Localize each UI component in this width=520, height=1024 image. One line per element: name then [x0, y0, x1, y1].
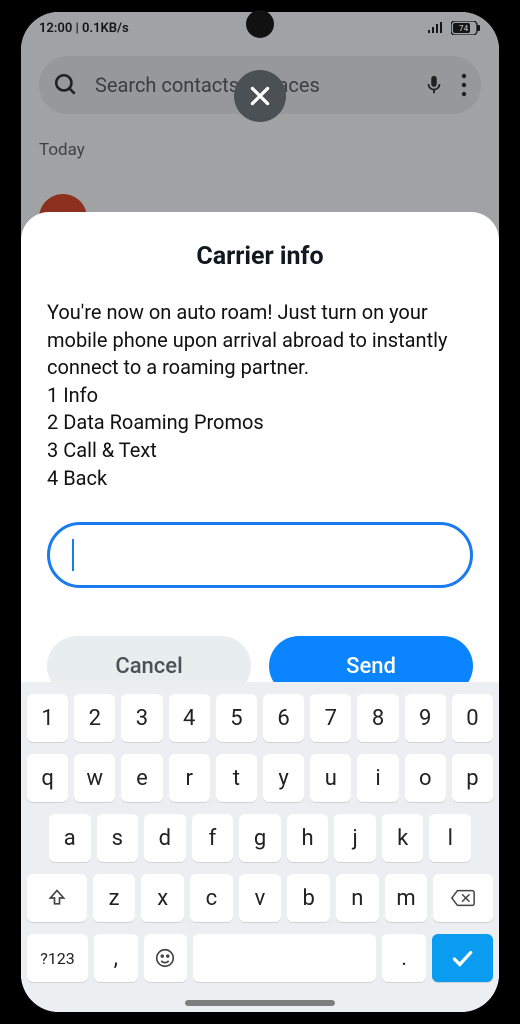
key-i[interactable]: i — [357, 754, 398, 802]
kb-number-row: 1234567890 — [27, 694, 493, 742]
key-3[interactable]: 3 — [121, 694, 162, 742]
key-e[interactable]: e — [121, 754, 162, 802]
key-8[interactable]: 8 — [357, 694, 398, 742]
backspace-key[interactable] — [433, 874, 493, 922]
text-caret — [72, 539, 74, 571]
key-2[interactable]: 2 — [74, 694, 115, 742]
key-o[interactable]: o — [405, 754, 446, 802]
key-k[interactable]: k — [382, 814, 424, 862]
camera-notch — [246, 10, 274, 38]
key-m[interactable]: m — [385, 874, 428, 922]
backspace-icon — [450, 888, 476, 908]
keyboard: 1234567890 qwertyuiop asdfghjkl zxcvbnm … — [21, 682, 499, 1012]
period-key[interactable]: . — [382, 934, 426, 982]
key-0[interactable]: 0 — [452, 694, 493, 742]
dialog-message: You're now on auto roam! Just turn on yo… — [47, 299, 473, 492]
key-j[interactable]: j — [334, 814, 376, 862]
kb-bottom-row: ?123 , . — [27, 934, 493, 982]
close-icon — [247, 83, 273, 109]
emoji-icon — [154, 947, 176, 969]
key-v[interactable]: v — [239, 874, 282, 922]
key-l[interactable]: l — [429, 814, 471, 862]
space-key[interactable] — [193, 934, 376, 982]
check-icon — [449, 945, 475, 971]
key-p[interactable]: p — [452, 754, 493, 802]
key-5[interactable]: 5 — [216, 694, 257, 742]
emoji-key[interactable] — [144, 934, 188, 982]
kb-row-3: zxcvbnm — [27, 874, 493, 922]
enter-key[interactable] — [432, 934, 493, 982]
key-q[interactable]: q — [27, 754, 68, 802]
key-1[interactable]: 1 — [27, 694, 68, 742]
ussd-input[interactable] — [47, 522, 473, 588]
key-x[interactable]: x — [141, 874, 184, 922]
kb-row-1: qwertyuiop — [27, 754, 493, 802]
key-a[interactable]: a — [49, 814, 91, 862]
key-z[interactable]: z — [93, 874, 136, 922]
comma-key[interactable]: , — [94, 934, 138, 982]
key-4[interactable]: 4 — [169, 694, 210, 742]
key-u[interactable]: u — [310, 754, 351, 802]
key-c[interactable]: c — [190, 874, 233, 922]
key-g[interactable]: g — [239, 814, 281, 862]
key-y[interactable]: y — [263, 754, 304, 802]
key-6[interactable]: 6 — [263, 694, 304, 742]
key-7[interactable]: 7 — [310, 694, 351, 742]
key-f[interactable]: f — [192, 814, 234, 862]
close-button[interactable] — [234, 70, 286, 122]
nav-gesture-bar — [185, 1000, 335, 1006]
key-d[interactable]: d — [144, 814, 186, 862]
shift-key[interactable] — [27, 874, 87, 922]
key-b[interactable]: b — [287, 874, 330, 922]
shift-icon — [47, 888, 67, 908]
key-9[interactable]: 9 — [405, 694, 446, 742]
key-t[interactable]: t — [216, 754, 257, 802]
key-h[interactable]: h — [287, 814, 329, 862]
kb-row-2: asdfghjkl — [27, 814, 493, 862]
key-s[interactable]: s — [97, 814, 139, 862]
key-r[interactable]: r — [169, 754, 210, 802]
key-w[interactable]: w — [74, 754, 115, 802]
key-n[interactable]: n — [336, 874, 379, 922]
dialog-title: Carrier info — [47, 242, 473, 271]
symbols-key[interactable]: ?123 — [27, 934, 88, 982]
